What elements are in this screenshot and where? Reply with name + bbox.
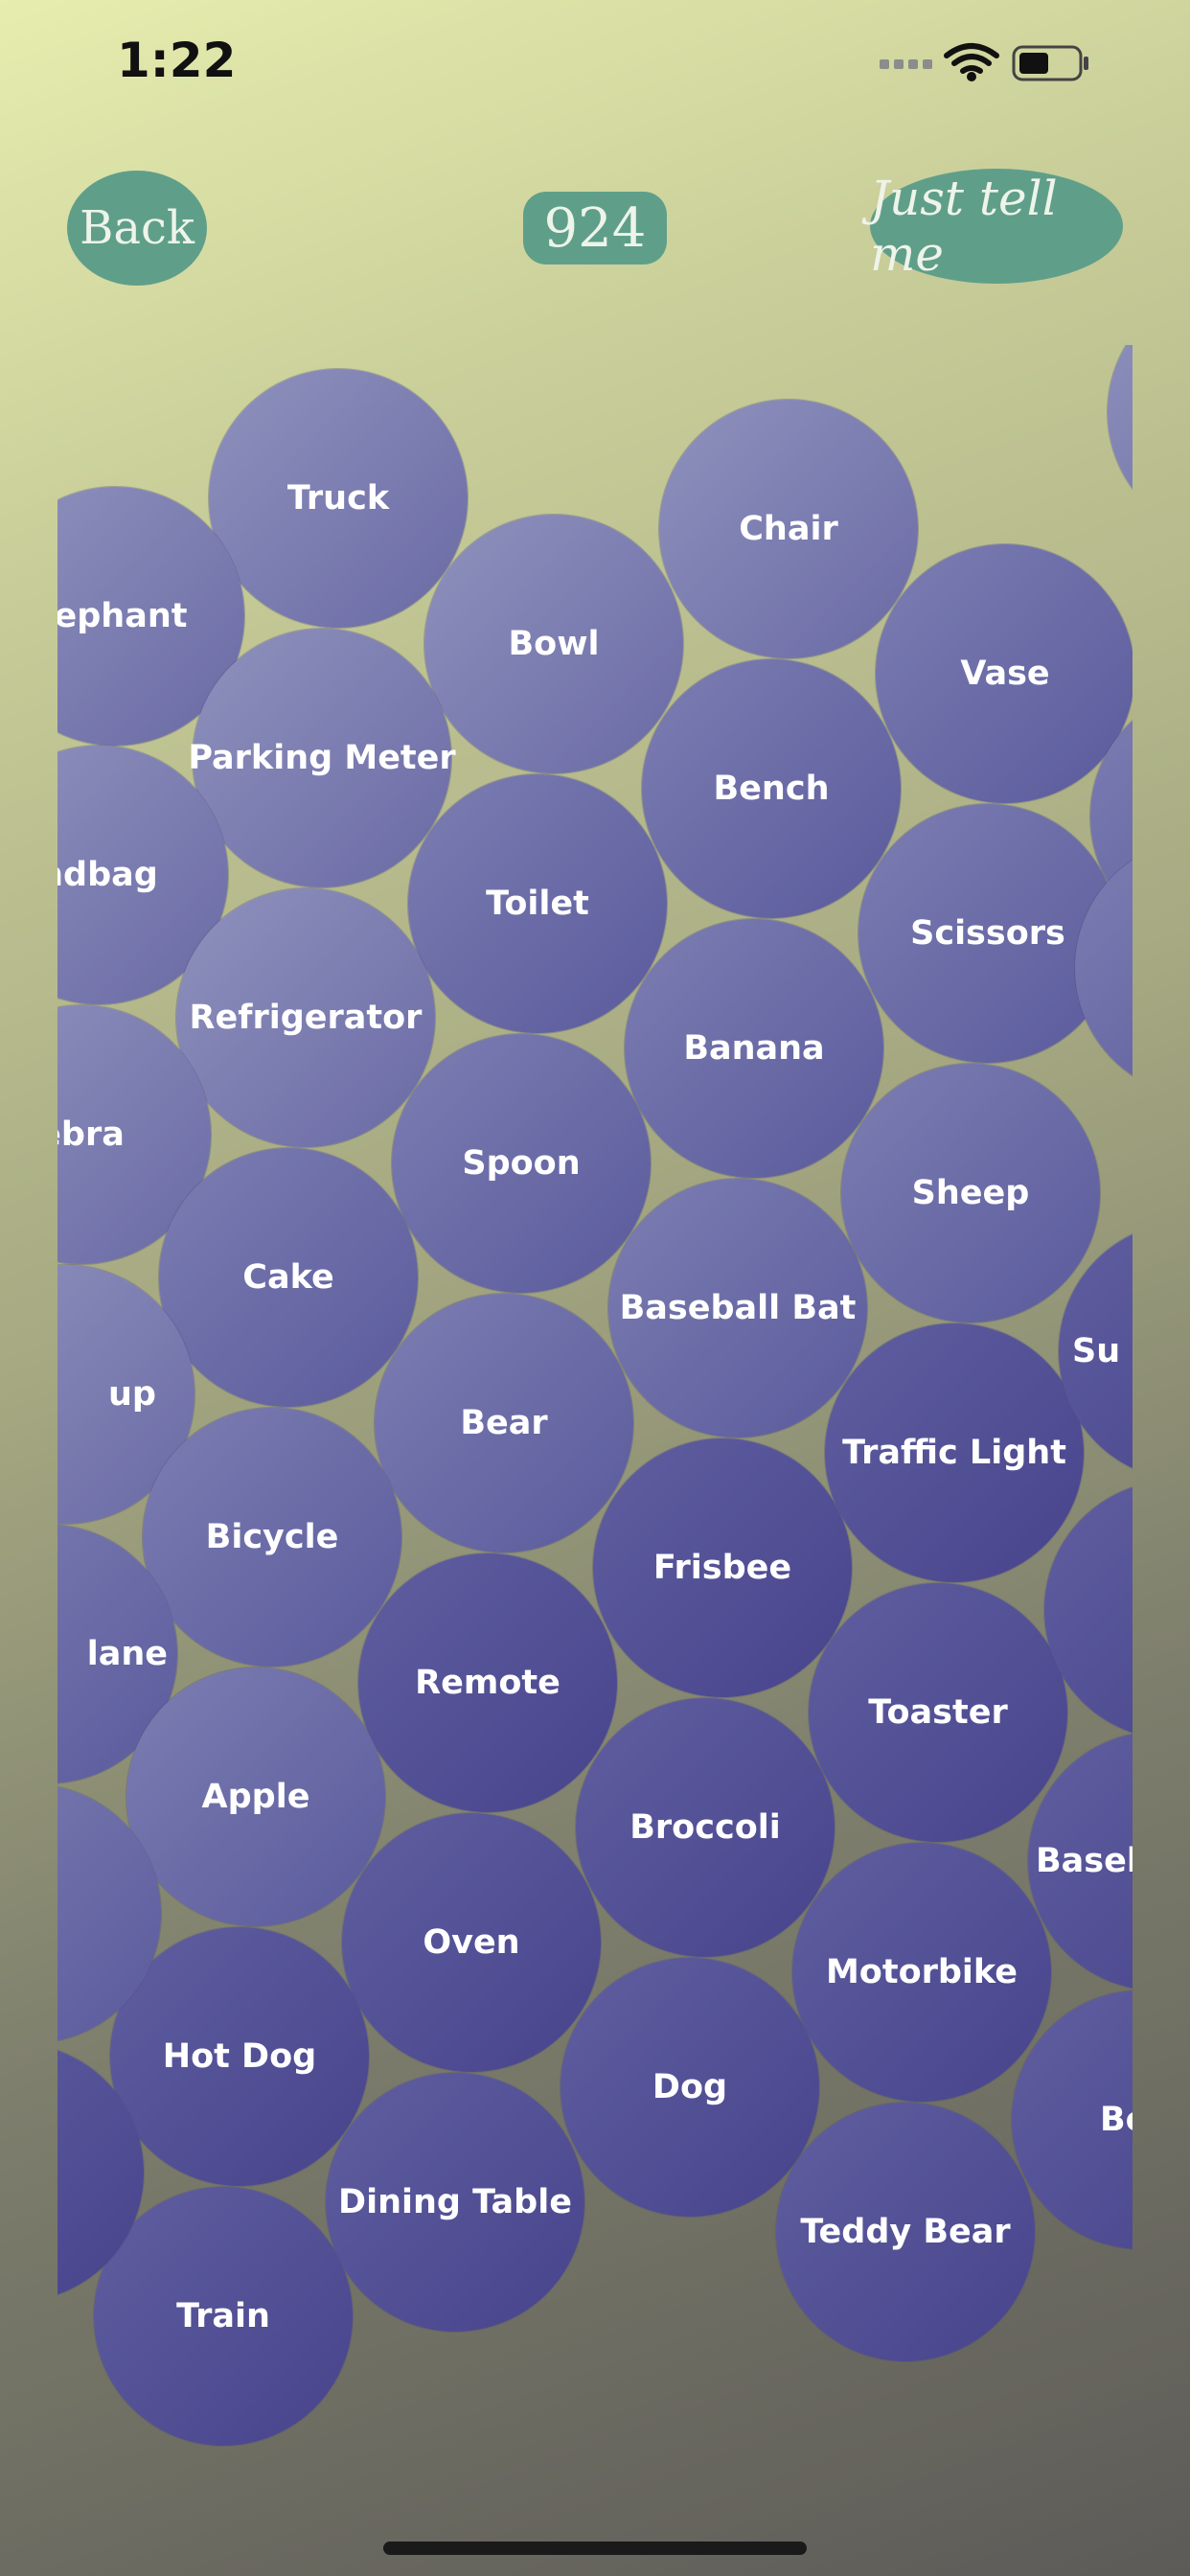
bubble-sheep[interactable]: Sheep <box>841 1064 1100 1322</box>
score-counter: 924 <box>523 192 667 264</box>
bubble-apple[interactable]: Apple <box>126 1668 385 1926</box>
bubble-traffic-light[interactable]: Traffic Light <box>825 1323 1084 1582</box>
bubble-teddy-bear[interactable]: Teddy Bear <box>776 2103 1035 2361</box>
bubble-scissors[interactable]: Scissors <box>858 804 1117 1063</box>
bubble-refrigerator[interactable]: Refrigerator <box>176 888 435 1147</box>
bubble-dining-table[interactable]: Dining Table <box>326 2073 584 2332</box>
just-tell-me-button[interactable]: Just tell me <box>870 169 1123 284</box>
bubble-truck[interactable]: Truck <box>209 369 468 628</box>
bubble-frisbee[interactable]: Frisbee <box>593 1438 852 1697</box>
bubble-toaster[interactable]: Toaster <box>809 1583 1067 1842</box>
bubble-edge-1[interactable] <box>1108 345 1133 541</box>
status-icons <box>880 43 1088 81</box>
bubble-bicycle[interactable]: Bicycle <box>143 1408 401 1667</box>
bubble-dog[interactable]: Dog <box>561 1958 819 2217</box>
bubble-broccoli[interactable]: Broccoli <box>576 1698 835 1957</box>
bubble-vase[interactable]: Vase <box>876 544 1133 803</box>
bubble-banana[interactable]: Banana <box>625 919 883 1178</box>
bubble-spoon[interactable]: Spoon <box>392 1034 651 1293</box>
bubble-bear[interactable]: Bear <box>375 1294 633 1552</box>
bubble-chair[interactable]: Chair <box>659 400 918 658</box>
signal-icon <box>880 59 932 69</box>
bubble-toilet[interactable]: Toilet <box>408 774 667 1033</box>
battery-icon <box>1012 45 1088 81</box>
bubble-remote[interactable]: Remote <box>358 1553 617 1812</box>
bubble-baseball-bat[interactable]: Baseball Bat <box>608 1179 867 1438</box>
back-button[interactable]: Back <box>67 171 207 286</box>
bubble-bowl[interactable]: Bowl <box>424 515 683 773</box>
wifi-icon <box>944 43 999 74</box>
bubble-oven[interactable]: Oven <box>342 1813 601 2072</box>
bubble-bench[interactable]: Bench <box>642 659 901 918</box>
bubble-cake[interactable]: Cake <box>159 1148 418 1407</box>
bubble-motorbike[interactable]: Motorbike <box>792 1843 1051 2102</box>
status-time: 1:22 <box>117 33 237 88</box>
home-indicator <box>383 2542 807 2555</box>
bubble-grid: Truck Chair lephant Bowl Vase Parking Me… <box>57 345 1133 2501</box>
bubble-train[interactable]: Train <box>94 2187 353 2446</box>
bubble-parking-meter[interactable]: Parking Meter <box>188 629 456 887</box>
